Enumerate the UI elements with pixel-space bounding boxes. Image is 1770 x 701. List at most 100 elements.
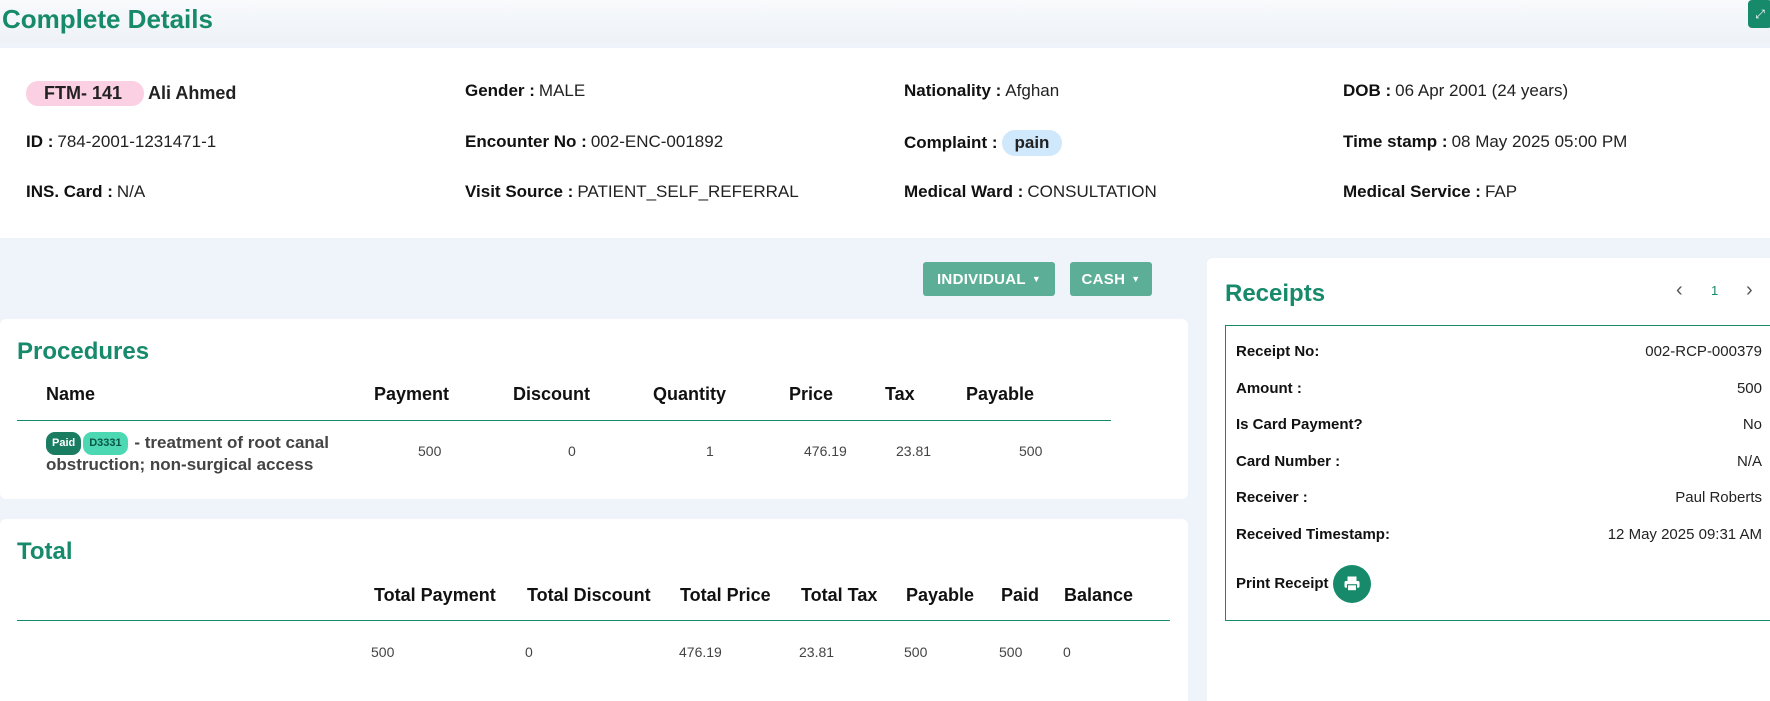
- printer-icon: [1344, 576, 1360, 592]
- complaint-label: Complaint :: [904, 133, 998, 152]
- procedures-header-divider: [17, 420, 1111, 421]
- patient-identity: FTM- 141 Ali Ahmed: [26, 81, 236, 106]
- ins-card-label: INS. Card :: [26, 182, 113, 201]
- total-header-divider: [17, 620, 1170, 621]
- row-payment: 500: [418, 443, 442, 459]
- card-payment-value: No: [1742, 416, 1762, 433]
- cash-dropdown-button[interactable]: CASH ▼: [1070, 262, 1152, 296]
- medical-ward-label: Medical Ward :: [904, 182, 1024, 201]
- col-name: Name: [46, 384, 96, 404]
- visit-source-label: Visit Source :: [465, 182, 574, 201]
- col-payable: Payable: [966, 384, 1035, 404]
- paid-status-badge: Paid: [46, 432, 82, 455]
- receiver-value: Paul Roberts: [1675, 489, 1762, 506]
- received-timestamp-label: Received Timestamp:: [1236, 526, 1390, 543]
- nationality-value: Afghan: [1005, 81, 1060, 100]
- total-tax-value: 23.81: [799, 644, 835, 660]
- page-header: Complete Details ⤢: [0, 0, 1770, 42]
- dob-label: DOB :: [1343, 81, 1392, 100]
- page-title: Complete Details: [2, 4, 213, 34]
- timestamp-field: Time stamp : 08 May 2025 05:00 PM: [1343, 132, 1627, 152]
- medical-service-label: Medical Service :: [1343, 182, 1481, 201]
- patient-info-card: FTM- 141 Ali Ahmed Gender : MALE Nationa…: [0, 48, 1770, 238]
- receiver-label: Receiver :: [1236, 489, 1308, 506]
- id-field: ID : 784-2001-1231471-1: [26, 132, 216, 152]
- expand-icon[interactable]: ⤢: [1748, 0, 1770, 28]
- col-total-payable: Payable: [906, 585, 975, 605]
- procedure-code-badge: D3331: [83, 432, 128, 455]
- timestamp-value: 08 May 2025 05:00 PM: [1451, 132, 1628, 151]
- dob-value: 06 Apr 2001 (24 years): [1395, 81, 1569, 100]
- caret-down-icon: ▼: [1031, 274, 1042, 284]
- ftm-badge: FTM- 141: [26, 81, 145, 106]
- total-paid-value: 500: [999, 644, 1023, 660]
- ins-card-field: INS. Card : N/A: [26, 182, 145, 202]
- complaint-field: Complaint : pain: [904, 130, 1063, 156]
- chevron-right-icon[interactable]: ›: [1746, 279, 1753, 302]
- medical-ward-value: CONSULTATION: [1027, 182, 1157, 201]
- row-discount: 0: [568, 443, 576, 459]
- nationality-field: Nationality : Afghan: [904, 81, 1059, 101]
- total-panel: [0, 519, 1188, 701]
- dob-field: DOB : 06 Apr 2001 (24 years): [1343, 81, 1568, 101]
- gender-label: Gender :: [465, 81, 535, 100]
- total-price-value: 476.19: [679, 644, 722, 660]
- medical-service-value: FAP: [1484, 182, 1518, 201]
- col-total-price: Total Price: [680, 585, 771, 605]
- card-payment-label: Is Card Payment?: [1236, 416, 1363, 433]
- row-tax: 23.81: [896, 443, 932, 459]
- row-quantity: 1: [706, 443, 714, 459]
- nationality-label: Nationality :: [904, 81, 1002, 100]
- amount-value: 500: [1736, 380, 1762, 397]
- id-label: ID :: [26, 132, 54, 151]
- col-discount: Discount: [513, 384, 591, 404]
- gender-field: Gender : MALE: [465, 81, 585, 101]
- chevron-left-icon[interactable]: ‹: [1676, 279, 1683, 302]
- cash-button-label: CASH: [1081, 270, 1126, 288]
- col-payment: Payment: [374, 384, 450, 404]
- card-number-value: N/A: [1736, 453, 1762, 470]
- card-number-label: Card Number :: [1236, 453, 1341, 470]
- procedure-name-cell: Paid D3331 - treatment of root canal obst…: [46, 432, 366, 474]
- encounter-value: 002-ENC-001892: [590, 132, 724, 151]
- print-receipt-label: Print Receipt: [1236, 575, 1329, 592]
- encounter-field: Encounter No : 002-ENC-001892: [465, 132, 723, 152]
- patient-name: Ali Ahmed: [148, 83, 237, 103]
- receipt-card: Receipt No: 002-RCP-000379 Amount : 500 …: [1225, 325, 1770, 621]
- timestamp-label: Time stamp :: [1343, 132, 1448, 151]
- col-total-tax: Total Tax: [801, 585, 878, 605]
- receipt-no-label: Receipt No:: [1236, 343, 1320, 360]
- visit-source-value: PATIENT_SELF_REFERRAL: [577, 182, 799, 201]
- print-receipt-button[interactable]: [1333, 565, 1371, 603]
- row-payable: 500: [1019, 443, 1043, 459]
- total-title: Total: [17, 538, 73, 565]
- col-total-payment: Total Payment: [374, 585, 496, 605]
- col-total-discount: Total Discount: [527, 585, 651, 605]
- received-timestamp-value: 12 May 2025 09:31 AM: [1607, 526, 1762, 543]
- individual-dropdown-button[interactable]: INDIVIDUAL ▼: [923, 262, 1055, 296]
- amount-label: Amount :: [1236, 380, 1302, 397]
- total-balance-value: 0: [1063, 644, 1071, 660]
- total-payment-value: 500: [371, 644, 395, 660]
- col-tax: Tax: [885, 384, 915, 404]
- total-payable-value: 500: [904, 644, 928, 660]
- individual-button-label: INDIVIDUAL: [936, 270, 1026, 288]
- visit-source-field: Visit Source : PATIENT_SELF_REFERRAL: [465, 182, 799, 202]
- row-price: 476.19: [804, 443, 847, 459]
- procedures-title: Procedures: [17, 338, 150, 365]
- id-value: 784-2001-1231471-1: [57, 132, 217, 151]
- gender-value: MALE: [538, 81, 586, 100]
- col-total-balance: Balance: [1064, 585, 1134, 605]
- receipts-title: Receipts: [1225, 280, 1326, 307]
- medical-ward-field: Medical Ward : CONSULTATION: [904, 182, 1157, 202]
- col-total-paid: Paid: [1001, 585, 1040, 605]
- ins-card-value: N/A: [116, 182, 146, 201]
- medical-service-field: Medical Service : FAP: [1343, 182, 1517, 202]
- complaint-badge: pain: [1001, 130, 1063, 156]
- col-quantity: Quantity: [653, 384, 727, 404]
- caret-down-icon: ▼: [1131, 274, 1141, 284]
- total-discount-value: 0: [525, 644, 533, 660]
- page-number[interactable]: 1: [1711, 283, 1718, 298]
- col-price: Price: [789, 384, 834, 404]
- receipt-no-value: 002-RCP-000379: [1645, 343, 1762, 360]
